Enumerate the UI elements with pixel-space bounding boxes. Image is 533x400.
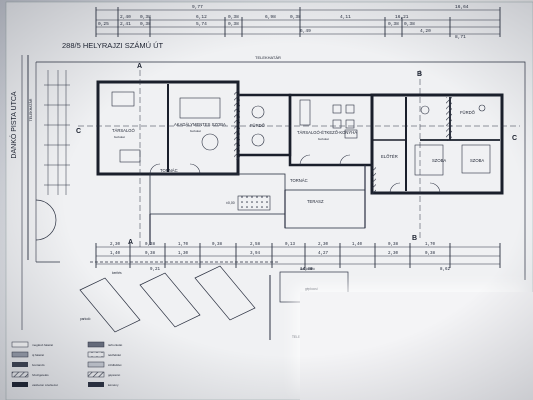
dim-bottom-1-g: 2,30 — [318, 243, 329, 247]
boundary-label-left: TELEKHATÁR — [29, 98, 33, 121]
dim-bottom-1-i: 0,38 — [388, 243, 399, 247]
room-label-tornac-2: TORNÁC — [290, 178, 308, 183]
legend-item-2: új falazat — [32, 353, 44, 357]
dim-bottom-2-a: 1,40 — [110, 252, 121, 256]
dim-bottom-1-j: 1,70 — [425, 243, 436, 247]
photo-of-floor-plan: 9,77 16,21 16,64 8,71 2,40 0,38 6,12 0,3… — [0, 0, 533, 400]
wall-hatch — [234, 90, 240, 160]
street-name-left: DANKÓ PISTA UTCA — [9, 91, 18, 158]
dim-top-1-c: 6,12 — [196, 14, 207, 20]
dim-top-2-c: 0,38 — [140, 21, 151, 27]
dim-top-2-h: 0,38 — [404, 21, 415, 27]
section-mark-b-bottom: B — [412, 235, 417, 242]
dim-top-2-d: 5,74 — [196, 21, 207, 27]
boundary-label-top: TELEKHATÁR — [255, 55, 281, 60]
site-label-autobeallo: autóbeálló — [300, 267, 315, 271]
legend-item-6: térburkolat — [108, 343, 122, 347]
section-mark-c-right: C — [512, 135, 517, 142]
dim-top-total-2: 16,21 — [395, 14, 409, 20]
section-mark-c-left: C — [76, 128, 81, 135]
dim-bottom-2-d: 3,94 — [250, 252, 261, 256]
dim-top-1-d: 0,38 — [228, 14, 239, 20]
room-label-furdo-1: FÜRDŐ — [250, 123, 266, 128]
legend-item-4: hőszigetelés — [32, 373, 49, 377]
dim-top-1-f: 0,38 — [290, 14, 301, 20]
legend-item-1: meglévő falazat — [32, 343, 53, 347]
legend-item-10: kémény — [108, 383, 119, 387]
wall-hatch-2 — [446, 97, 452, 141]
room-label-szoba-2: SZOBA — [470, 158, 484, 163]
dim-bottom-2-e: 4,27 — [318, 252, 329, 256]
dim-bottom-1-b: 0,38 — [145, 243, 156, 247]
dim-top-total-3: 16,64 — [455, 4, 469, 10]
dim-top-1-g: 4,11 — [340, 14, 351, 20]
legend-item-3: bontandó — [32, 363, 45, 367]
dim-bottom-2-f: 2,30 — [388, 252, 399, 256]
site-label-kerites: kerítés — [112, 271, 122, 275]
legend-item-5: vasbeton szerkezet — [32, 383, 58, 387]
room-label-tarsalgo: TÁRSALGÓ — [112, 128, 136, 133]
dim-bottom-2-b: 0,38 — [145, 252, 156, 256]
dim-bottom-1-a: 2,30 — [110, 243, 121, 247]
dim-bottom-1-h: 1,40 — [352, 243, 363, 247]
dim-top-2-g: 4,20 — [420, 28, 431, 34]
site-label-gepkocsi: gépkocsi — [305, 287, 318, 291]
room-sub-tarsalgo-etkezo: burkolat — [318, 137, 329, 141]
dim-top-1-a: 2,40 — [120, 14, 131, 20]
legend-item-9: gépészet — [108, 373, 120, 377]
dim-bottom-total-1: 9,21 — [150, 268, 161, 272]
level-marker: ±0,00 — [226, 201, 235, 205]
section-mark-a-top: A — [137, 63, 142, 70]
dim-top-1-h: 0,38 — [388, 21, 399, 27]
room-label-terasz: TERASZ — [307, 199, 324, 204]
dim-bottom-1-e: 2,58 — [250, 243, 261, 247]
screen-glare — [300, 292, 533, 400]
dim-bottom-1-d: 0,38 — [212, 243, 223, 247]
dim-top-2-f: 6,49 — [300, 28, 311, 34]
dim-bottom-total-3: 8,62 — [440, 268, 451, 272]
room-sub-akadalymentes: burkolat — [190, 129, 201, 133]
dim-top-1-b: 0,38 — [140, 14, 151, 20]
room-label-tornac-1: TORNÁC — [160, 168, 178, 173]
dim-top-2-e: 0,38 — [228, 21, 239, 27]
dim-bottom-2-c: 1,30 — [178, 252, 189, 256]
site-label-parkolo: parkoló — [80, 317, 91, 321]
street-title: 288/5 HELYRAJZI SZÁMÚ ÚT — [62, 41, 164, 50]
wall-hatch-3 — [372, 165, 376, 195]
room-label-tarsalgo-etkezo: TÁRSALGÓ-ÉTKEZŐ-KONYHA — [297, 130, 357, 135]
section-mark-b-top: B — [417, 71, 422, 78]
dim-bottom-2-g: 0,38 — [425, 252, 436, 256]
legend-item-7: tetőfelület — [108, 353, 121, 357]
dim-top-2-a: 0,25 — [98, 21, 109, 27]
room-label-furdo-2: FÜRDŐ — [460, 110, 476, 115]
dim-top-2-b: 2,41 — [120, 21, 131, 27]
dim-top-total-4: 8,71 — [455, 34, 466, 40]
dim-bottom-1-c: 1,70 — [178, 243, 189, 247]
room-label-eloter: ELŐTÉR — [381, 154, 398, 159]
dim-bottom-1-f: 0,13 — [285, 243, 296, 247]
room-label-szoba-1: SZOBA — [432, 158, 446, 163]
dim-top-total-1: 9,77 — [192, 4, 203, 10]
room-sub-tarsalgo: burkolat — [114, 135, 125, 139]
dim-top-1-e: 6,98 — [265, 14, 276, 20]
legend-item-8: zöldfelület — [108, 363, 122, 367]
section-mark-a-bottom: A — [128, 239, 133, 246]
